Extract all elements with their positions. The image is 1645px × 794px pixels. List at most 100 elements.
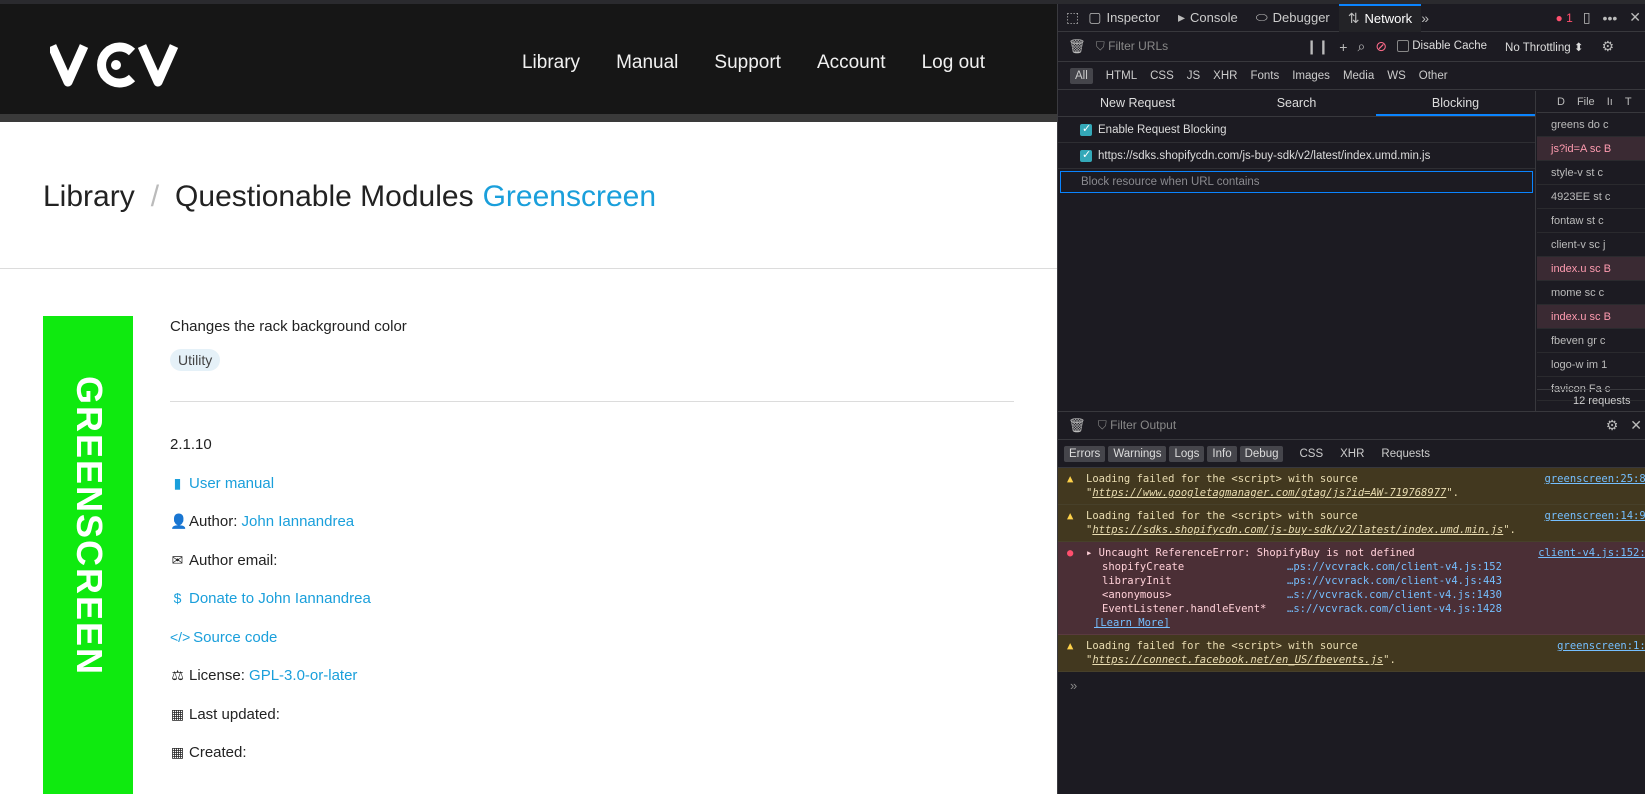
msg-source-link[interactable]: greenscreen:1:1 — [1557, 639, 1645, 653]
filter-urls-input[interactable]: ⛉ Filter URLs — [1096, 39, 1296, 54]
stack-loc[interactable]: …ps://vcvrack.com/client-v4.js:152 — [1287, 560, 1547, 574]
pick-element-icon[interactable]: ⬚ — [1066, 9, 1079, 26]
type-js[interactable]: JS — [1187, 70, 1200, 82]
type-fonts[interactable]: Fonts — [1250, 70, 1279, 82]
request-row[interactable]: logo-w im 1 — [1537, 353, 1645, 377]
msg-source-link[interactable]: greenscreen:14:90 — [1545, 509, 1645, 523]
donate-link[interactable]: Donate to John Iannandrea — [189, 590, 371, 607]
dock-icon[interactable]: ▯ — [1583, 9, 1591, 26]
gear-icon[interactable]: ⚙ — [1601, 38, 1614, 55]
msg-suffix: ". — [1503, 524, 1516, 536]
request-row[interactable]: fontaw st c — [1537, 209, 1645, 233]
user-manual-link[interactable]: User manual — [189, 475, 274, 492]
error-count-badge[interactable]: ● 1 — [1556, 11, 1573, 25]
type-other[interactable]: Other — [1419, 70, 1448, 82]
plus-icon[interactable]: + — [1339, 39, 1347, 55]
enable-blocking-row[interactable]: Enable Request Blocking — [1058, 117, 1535, 143]
tab-debugger[interactable]: ⬭ Debugger — [1247, 4, 1339, 32]
tag-utility[interactable]: Utility — [170, 349, 221, 371]
pause-icon[interactable]: ❙❙ — [1306, 38, 1329, 55]
filter-requests[interactable]: Requests — [1374, 446, 1437, 462]
error-source-link[interactable]: client-v4.js:152:3 — [1538, 546, 1645, 560]
more-tabs-icon[interactable]: » — [1421, 10, 1429, 26]
type-xhr[interactable]: XHR — [1213, 70, 1237, 82]
disable-cache-checkbox[interactable] — [1397, 40, 1410, 53]
tab-inspector[interactable]: ▢ Inspector — [1079, 4, 1169, 32]
license-link[interactable]: GPL-3.0-or-later — [249, 667, 357, 684]
tab-network[interactable]: ⇅ Network — [1338, 3, 1422, 32]
menu-icon[interactable]: ••• — [1603, 10, 1618, 26]
stack-fn: EventListener.handleEvent* — [1102, 603, 1267, 615]
type-all[interactable]: All — [1070, 67, 1093, 84]
tab-console[interactable]: ▸ Console — [1169, 4, 1247, 32]
source-link[interactable]: Source code — [193, 629, 277, 646]
console-close-icon[interactable]: ✕ — [1630, 417, 1642, 434]
type-ws[interactable]: WS — [1387, 70, 1406, 82]
breadcrumb-brand[interactable]: Questionable Modules — [175, 180, 474, 214]
request-row[interactable]: style-v st c — [1537, 161, 1645, 185]
col-domain[interactable]: D — [1557, 91, 1565, 112]
request-row[interactable]: mome sc c — [1537, 281, 1645, 305]
msg-url[interactable]: https://www.googletagmanager.com/gtag/js… — [1092, 487, 1446, 499]
block-url-input[interactable]: Block resource when URL contains — [1060, 171, 1533, 193]
type-images[interactable]: Images — [1292, 70, 1330, 82]
request-row[interactable]: 4923EE st c — [1537, 185, 1645, 209]
col-initiator[interactable]: Iı — [1607, 91, 1613, 112]
nav-logout[interactable]: Log out — [922, 52, 985, 74]
disable-cache-toggle[interactable]: Disable Cache — [1397, 40, 1487, 53]
tab-search[interactable]: Search — [1217, 91, 1376, 116]
blocked-url-row[interactable]: https://sdks.shopifycdn.com/js-buy-sdk/v… — [1058, 143, 1535, 169]
request-row[interactable]: fbeven gr c — [1537, 329, 1645, 353]
console-input[interactable]: » — [1058, 672, 1645, 699]
msg-suffix: ". — [1383, 654, 1396, 666]
msg-url[interactable]: https://sdks.shopifycdn.com/js-buy-sdk/v… — [1092, 524, 1503, 536]
learn-more-link[interactable]: [Learn More] — [1086, 616, 1638, 630]
block-icon[interactable]: ⊘ — [1375, 38, 1387, 55]
warning-icon: ▲ — [1067, 640, 1074, 652]
stack-loc[interactable]: …s://vcvrack.com/client-v4.js:1428 — [1287, 602, 1547, 616]
msg-url[interactable]: https://connect.facebook.net/en_US/fbeve… — [1092, 654, 1383, 666]
nav-manual[interactable]: Manual — [616, 52, 678, 74]
error-count: 1 — [1566, 10, 1573, 25]
stack-loc[interactable]: …s://vcvrack.com/client-v4.js:1430 — [1287, 588, 1547, 602]
type-html[interactable]: HTML — [1106, 70, 1137, 82]
request-row[interactable]: greens do c — [1537, 113, 1645, 137]
request-row[interactable]: js?id=A sc B — [1537, 137, 1645, 161]
type-css[interactable]: CSS — [1150, 70, 1174, 82]
throttling-select[interactable]: No Throttling ⬍ — [1505, 40, 1583, 54]
enable-blocking-checkbox[interactable] — [1080, 122, 1092, 136]
filter-errors[interactable]: Errors — [1064, 445, 1106, 462]
filter-warnings[interactable]: Warnings — [1108, 445, 1167, 462]
nav-library[interactable]: Library — [522, 52, 580, 74]
stack-loc[interactable]: …ps://vcvrack.com/client-v4.js:443 — [1287, 574, 1547, 588]
col-type[interactable]: T — [1625, 91, 1632, 112]
console-filter-input[interactable]: ⛉ Filter Output — [1098, 418, 1594, 433]
stack-trace: shopifyCreate …ps://vcvrack.com/client-v4… — [1086, 560, 1638, 616]
tab-inspector-label: Inspector — [1106, 10, 1160, 25]
nav-support[interactable]: Support — [714, 52, 781, 74]
msg-source-link[interactable]: greenscreen:25:81 — [1545, 472, 1645, 486]
close-icon[interactable]: ✕ — [1629, 9, 1641, 26]
filter-logs[interactable]: Logs — [1169, 445, 1205, 462]
clear-console-icon[interactable]: 🗑 — [1068, 417, 1086, 434]
search-icon[interactable]: ⌕ — [1357, 38, 1365, 55]
tab-new-request[interactable]: New Request — [1058, 91, 1217, 116]
trash-icon[interactable]: 🗑 — [1068, 38, 1086, 55]
breadcrumb-library[interactable]: Library — [43, 180, 135, 214]
vcv-logo[interactable] — [50, 40, 180, 88]
filter-xhr[interactable]: XHR — [1333, 446, 1371, 462]
blocked-url-checkbox[interactable] — [1080, 148, 1092, 162]
tab-blocking[interactable]: Blocking — [1376, 91, 1535, 116]
type-media[interactable]: Media — [1343, 70, 1374, 82]
expand-icon[interactable]: ▸ — [1086, 547, 1099, 559]
filter-css[interactable]: CSS — [1292, 446, 1330, 462]
console-gear-icon[interactable]: ⚙ — [1606, 417, 1619, 434]
request-row[interactable]: index.u sc B — [1537, 305, 1645, 329]
request-row[interactable]: index.u sc B — [1537, 257, 1645, 281]
filter-debug[interactable]: Debug — [1239, 445, 1284, 462]
request-row[interactable]: client-v sc j — [1537, 233, 1645, 257]
author-link[interactable]: John Iannandrea — [242, 513, 355, 530]
nav-account[interactable]: Account — [817, 52, 886, 74]
filter-info[interactable]: Info — [1207, 445, 1237, 462]
col-file[interactable]: File — [1577, 91, 1595, 112]
